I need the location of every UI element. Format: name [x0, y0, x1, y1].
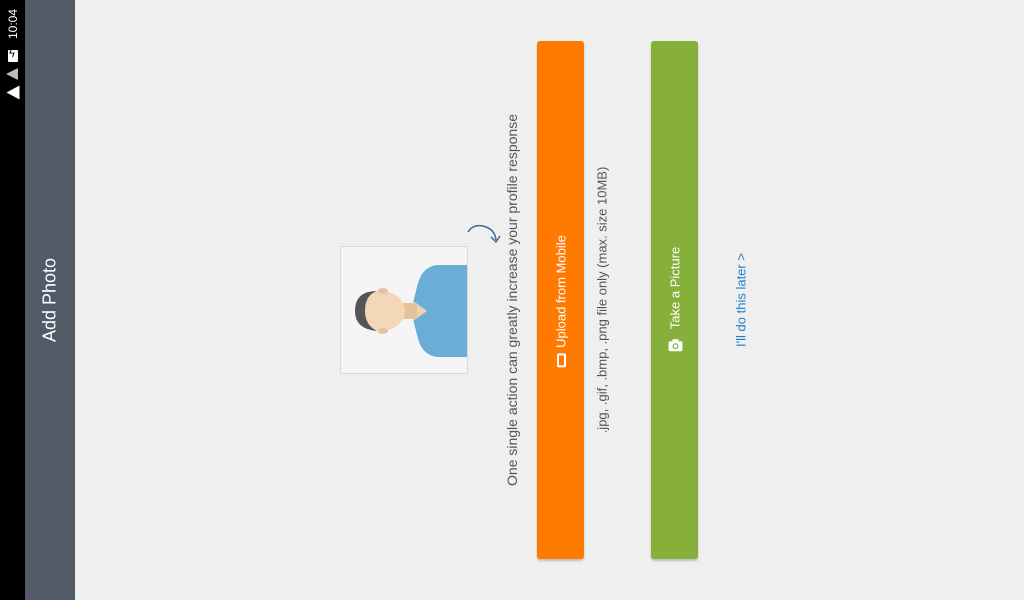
battery-charging-icon — [8, 48, 18, 62]
take-picture-button[interactable]: Take a Picture — [651, 41, 698, 559]
status-bar: 10:04 — [0, 0, 25, 600]
upload-from-mobile-button[interactable]: Upload from Mobile — [537, 41, 584, 559]
take-picture-label: Take a Picture — [667, 246, 682, 330]
upload-button-label: Upload from Mobile — [553, 235, 568, 348]
page-title: Add Photo — [39, 257, 60, 343]
camera-icon — [667, 339, 682, 352]
signal-icon — [6, 68, 18, 80]
curved-arrow-icon — [467, 224, 501, 244]
default-profile-avatar-icon — [340, 246, 468, 374]
profile-tagline: One single action can greatly increase y… — [504, 114, 520, 486]
file-type-hint: .jpg, .gif, .bmp, .png file only (max. s… — [594, 166, 610, 434]
wifi-icon — [6, 85, 20, 100]
mobile-phone-icon — [556, 353, 565, 368]
do-this-later-link[interactable]: I'll do this later > — [734, 253, 749, 347]
status-time: 10:04 — [6, 8, 20, 40]
app-bar: Add Photo — [25, 0, 75, 600]
